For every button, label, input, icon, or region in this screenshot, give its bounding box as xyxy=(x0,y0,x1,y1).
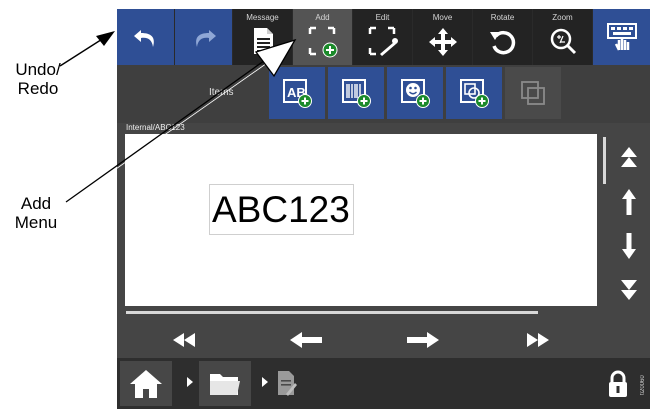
double-right-arrow-icon xyxy=(527,333,549,347)
double-down-arrow-icon xyxy=(621,280,637,300)
add-shape-button[interactable] xyxy=(446,67,502,119)
horizontal-scrollbar[interactable] xyxy=(126,311,538,314)
double-left-arrow-icon xyxy=(173,333,195,347)
scroll-first-button[interactable] xyxy=(166,327,202,353)
figure-reference-code: ti20060 xyxy=(640,375,646,395)
text-object[interactable]: ABC123 xyxy=(209,184,354,235)
chevron-right-icon xyxy=(262,377,268,387)
undo-redo-callout: Undo/ Redo xyxy=(2,60,74,98)
rotate-icon xyxy=(489,30,515,55)
breadcrumb-separator xyxy=(185,375,195,389)
undo-icon xyxy=(133,30,154,47)
document-edit-icon xyxy=(278,371,297,396)
left-arrow-icon xyxy=(290,332,322,348)
tab-move[interactable]: Move xyxy=(413,9,472,65)
group-button[interactable] xyxy=(505,67,561,119)
device-screen: Message Add Edit Move Rotate Zoom Items … xyxy=(117,9,650,409)
redo-icon xyxy=(195,30,216,47)
tab-add-label: Add xyxy=(315,13,330,22)
tab-edit[interactable]: Edit xyxy=(353,9,412,65)
label-canvas[interactable]: ABC123 xyxy=(125,134,597,306)
message-document-icon xyxy=(253,28,273,54)
double-up-arrow-icon xyxy=(621,147,637,167)
tab-add[interactable]: Add xyxy=(293,9,352,65)
undo-redo-callout-line2: Redo xyxy=(17,79,59,98)
tab-move-label: Move xyxy=(432,13,453,22)
tab-message[interactable]: Message xyxy=(233,9,292,65)
top-toolbar: Message Add Edit Move Rotate Zoom xyxy=(117,9,650,65)
keyboard-button[interactable] xyxy=(593,9,650,65)
tab-zoom[interactable]: Zoom xyxy=(533,9,592,65)
zoom-icon xyxy=(550,28,576,55)
redo-button[interactable] xyxy=(175,9,232,65)
add-barcode-icon xyxy=(342,79,371,108)
add-menu-callout-line2: Menu xyxy=(14,213,58,232)
tab-rotate-label: Rotate xyxy=(490,13,515,22)
vertical-scrollbar[interactable] xyxy=(603,137,606,184)
scroll-bottom-button[interactable] xyxy=(615,274,643,304)
add-text-icon: AB xyxy=(283,79,312,108)
lock-icon xyxy=(609,370,627,397)
scroll-right-button[interactable] xyxy=(405,327,441,353)
scroll-last-button[interactable] xyxy=(520,327,556,353)
right-arrow-icon xyxy=(407,332,439,348)
add-frame-icon xyxy=(308,26,337,58)
undo-callout-arrowhead xyxy=(96,31,115,46)
scroll-top-button[interactable] xyxy=(615,143,643,173)
add-menu-callout: Add Menu xyxy=(4,194,68,232)
add-menu-callout-line1: Add xyxy=(20,194,52,213)
folder-button[interactable] xyxy=(199,361,251,406)
down-arrow-icon xyxy=(622,233,636,259)
group-icon xyxy=(521,81,545,105)
up-arrow-icon xyxy=(622,189,636,215)
tab-zoom-label: Zoom xyxy=(552,13,573,22)
add-graphic-icon xyxy=(401,79,430,108)
add-barcode-button[interactable] xyxy=(328,67,384,119)
bottom-bar: ti20060 xyxy=(117,358,650,409)
edit-frame-icon xyxy=(368,26,398,56)
undo-redo-callout-line1: Undo/ xyxy=(15,60,61,79)
breadcrumb-separator-2 xyxy=(260,375,270,389)
add-shape-icon xyxy=(460,79,489,108)
tab-edit-label: Edit xyxy=(375,13,390,22)
items-label: Items xyxy=(209,87,234,98)
folder-icon xyxy=(210,373,240,395)
message-crumb[interactable] xyxy=(272,363,302,403)
lock-button[interactable] xyxy=(603,361,633,406)
tab-message-label: Message xyxy=(246,13,279,22)
home-icon xyxy=(130,369,162,398)
tab-rotate[interactable]: Rotate xyxy=(473,9,532,65)
chevron-right-icon xyxy=(187,377,193,387)
scroll-up-button[interactable] xyxy=(615,187,643,217)
scroll-left-button[interactable] xyxy=(288,327,324,353)
undo-button[interactable] xyxy=(117,9,174,65)
items-bar: Items AB xyxy=(117,65,650,123)
add-text-button[interactable]: AB xyxy=(269,67,325,119)
add-graphic-button[interactable] xyxy=(387,67,443,119)
scroll-down-button[interactable] xyxy=(615,231,643,261)
message-path: Internal/ABC123 xyxy=(126,123,185,132)
keyboard-touch-icon xyxy=(606,23,637,51)
move-arrows-icon xyxy=(428,28,457,56)
home-button[interactable] xyxy=(120,361,172,406)
